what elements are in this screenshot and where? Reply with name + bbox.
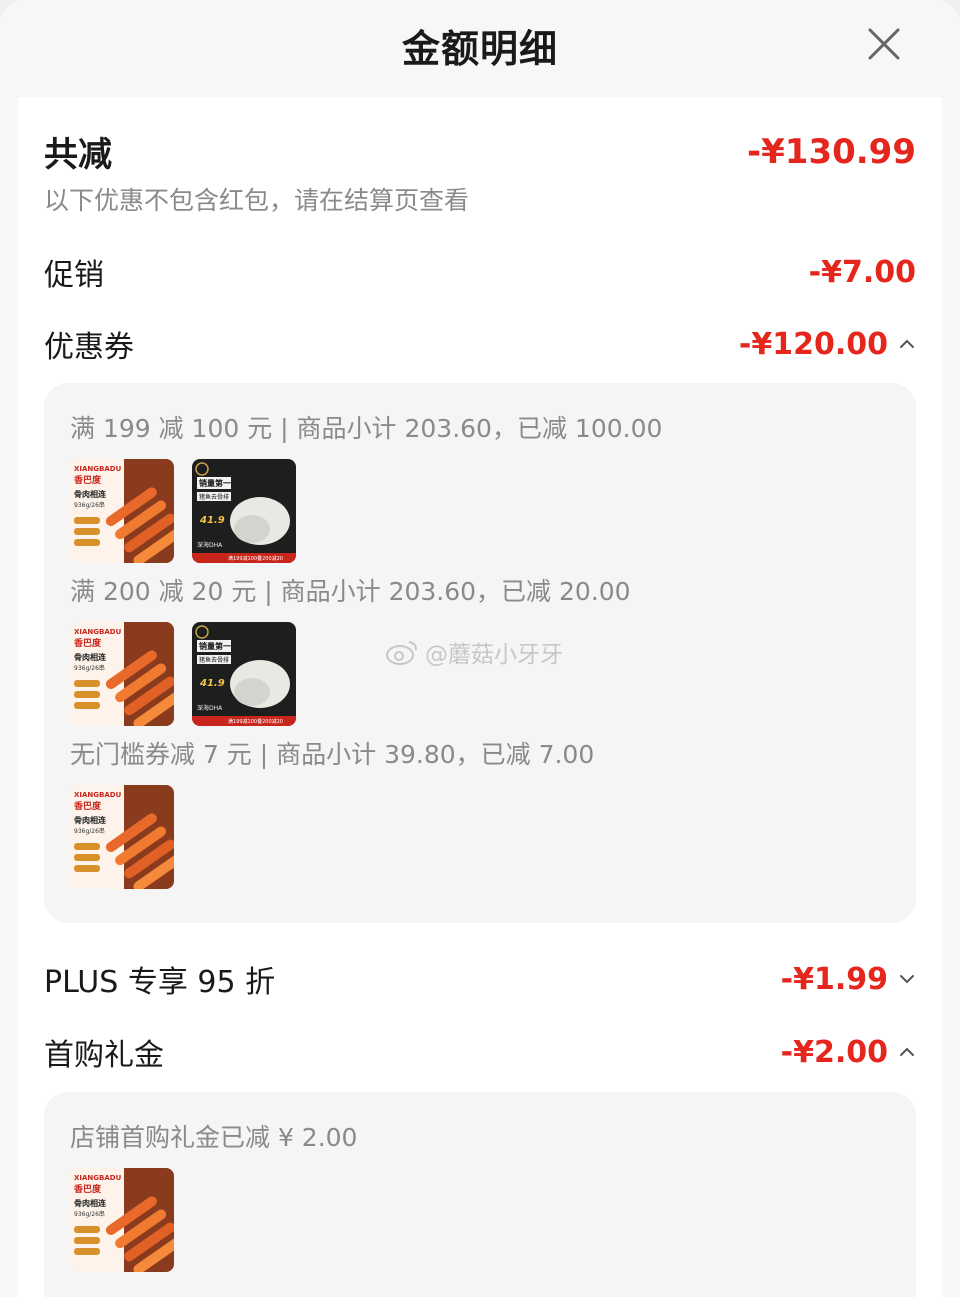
promo-amount: -¥7.00 — [808, 254, 916, 290]
svg-text:XIANGBADU: XIANGBADU — [74, 465, 122, 473]
plus-row[interactable]: PLUS 专享 95 折 -¥1.99 — [44, 957, 916, 1001]
product-thumbnail-fish[interactable]: 销量第一 猪鱼去骨排 41.9 深海DHA 满199减100叠200减20 — [192, 622, 296, 726]
svg-text:猪鱼去骨排: 猪鱼去骨排 — [199, 493, 229, 501]
sheet-header: 金额明细 — [0, 0, 960, 97]
chevron-up-icon[interactable] — [898, 1043, 916, 1061]
svg-text:936g/26串: 936g/26串 — [74, 827, 105, 835]
svg-text:骨肉相连: 骨肉相连 — [74, 1198, 107, 1208]
svg-text:骨肉相连: 骨肉相连 — [74, 489, 107, 499]
svg-text:41.9: 41.9 — [199, 515, 225, 526]
sheet-title: 金额明细 — [401, 27, 558, 71]
svg-text:41.9: 41.9 — [199, 678, 225, 689]
coupon-amount: -¥120.00 — [738, 326, 888, 362]
svg-text:骨肉相连: 骨肉相连 — [74, 652, 107, 662]
svg-text:深海DHA: 深海DHA — [197, 704, 223, 712]
coupon-detail-line: 满 199 减 100 元 | 商品小计 203.60，已减 100.00 — [70, 414, 663, 443]
coupon-products: XIANGBADU 香巴度 骨肉相连 936g/26串 — [70, 785, 174, 889]
promo-row: 促销 -¥7.00 — [44, 250, 916, 294]
svg-text:深海DHA: 深海DHA — [197, 541, 223, 549]
svg-text:XIANGBADU: XIANGBADU — [74, 628, 122, 636]
plus-amount-wrap: -¥1.99 — [781, 962, 916, 997]
coupon-row[interactable]: 优惠券 -¥120.00 — [44, 322, 916, 366]
coupon-products: XIANGBADU 香巴度 骨肉相连 936g/26串 销量第一 猪鱼去骨排 4… — [70, 622, 296, 726]
svg-text:936g/26串: 936g/26串 — [74, 664, 105, 672]
product-thumbnail-skewer[interactable]: XIANGBADU 香巴度 骨肉相连 936g/26串 — [70, 785, 174, 889]
amount-detail-sheet: 金额明细 共减 -¥130.99 以下优惠不包含红包，请在结算页查看 促销 -¥… — [0, 0, 960, 1297]
svg-text:骨肉相连: 骨肉相连 — [74, 815, 107, 825]
discount-note: 以下优惠不包含红包，请在结算页查看 — [44, 186, 470, 215]
detail-card: 共减 -¥130.99 以下优惠不包含红包，请在结算页查看 促销 -¥7.00 … — [18, 97, 942, 1297]
svg-text:XIANGBADU: XIANGBADU — [74, 1174, 122, 1182]
gift-products: XIANGBADU 香巴度 骨肉相连 936g/26串 — [70, 1168, 174, 1272]
gift-detail-panel: 店铺首购礼金已减 ¥ 2.00 XIANGBADU 香巴度 骨肉相连 936g/… — [44, 1092, 916, 1297]
first-gift-amount-wrap: -¥2.00 — [781, 1035, 916, 1070]
gift-detail-line: 店铺首购礼金已减 ¥ 2.00 — [70, 1123, 358, 1152]
svg-text:销量第一: 销量第一 — [199, 641, 231, 651]
product-thumbnail-skewer[interactable]: XIANGBADU 香巴度 骨肉相连 936g/26串 — [70, 1168, 174, 1272]
plus-label: PLUS 专享 95 折 — [44, 965, 276, 1000]
svg-text:满199减100叠200减20: 满199减100叠200减20 — [228, 555, 283, 562]
svg-text:香巴度: 香巴度 — [73, 1183, 102, 1195]
chevron-down-icon[interactable] — [898, 970, 916, 988]
total-amount: -¥130.99 — [747, 131, 916, 172]
close-icon[interactable] — [866, 26, 902, 62]
coupon-detail-line: 满 200 减 20 元 | 商品小计 203.60，已减 20.00 — [70, 577, 631, 606]
svg-text:猪鱼去骨排: 猪鱼去骨排 — [199, 656, 229, 664]
chevron-up-icon[interactable] — [898, 335, 916, 353]
svg-text:香巴度: 香巴度 — [73, 474, 102, 486]
product-thumbnail-skewer[interactable]: XIANGBADU 香巴度 骨肉相连 936g/26串 — [70, 622, 174, 726]
coupon-detail-line: 无门槛券减 7 元 | 商品小计 39.80，已减 7.00 — [70, 740, 595, 769]
plus-amount: -¥1.99 — [780, 961, 888, 997]
coupon-label: 优惠券 — [44, 330, 134, 365]
coupon-products: XIANGBADU 香巴度 骨肉相连 936g/26串 销量第一 猪鱼去骨排 4… — [70, 459, 296, 563]
svg-text:936g/26串: 936g/26串 — [74, 1210, 105, 1218]
svg-text:满199减100叠200减20: 满199减100叠200减20 — [228, 718, 283, 725]
svg-text:香巴度: 香巴度 — [73, 800, 102, 812]
first-gift-amount: -¥2.00 — [780, 1034, 888, 1070]
total-row: 共减 -¥130.99 — [44, 127, 916, 176]
total-label: 共减 — [44, 135, 112, 175]
svg-text:香巴度: 香巴度 — [73, 637, 102, 649]
product-thumbnail-skewer[interactable]: XIANGBADU 香巴度 骨肉相连 936g/26串 — [70, 459, 174, 563]
coupon-detail-panel: 满 199 减 100 元 | 商品小计 203.60，已减 100.00 XI… — [44, 383, 916, 923]
svg-text:XIANGBADU: XIANGBADU — [74, 791, 122, 799]
svg-text:936g/26串: 936g/26串 — [74, 501, 105, 509]
first-gift-row[interactable]: 首购礼金 -¥2.00 — [44, 1030, 916, 1074]
svg-text:销量第一: 销量第一 — [199, 478, 231, 488]
product-thumbnail-fish[interactable]: 销量第一 猪鱼去骨排 41.9 深海DHA 满199减100叠200减20 — [192, 459, 296, 563]
promo-label: 促销 — [44, 258, 104, 293]
first-gift-label: 首购礼金 — [44, 1038, 164, 1073]
coupon-amount-wrap: -¥120.00 — [739, 327, 916, 362]
